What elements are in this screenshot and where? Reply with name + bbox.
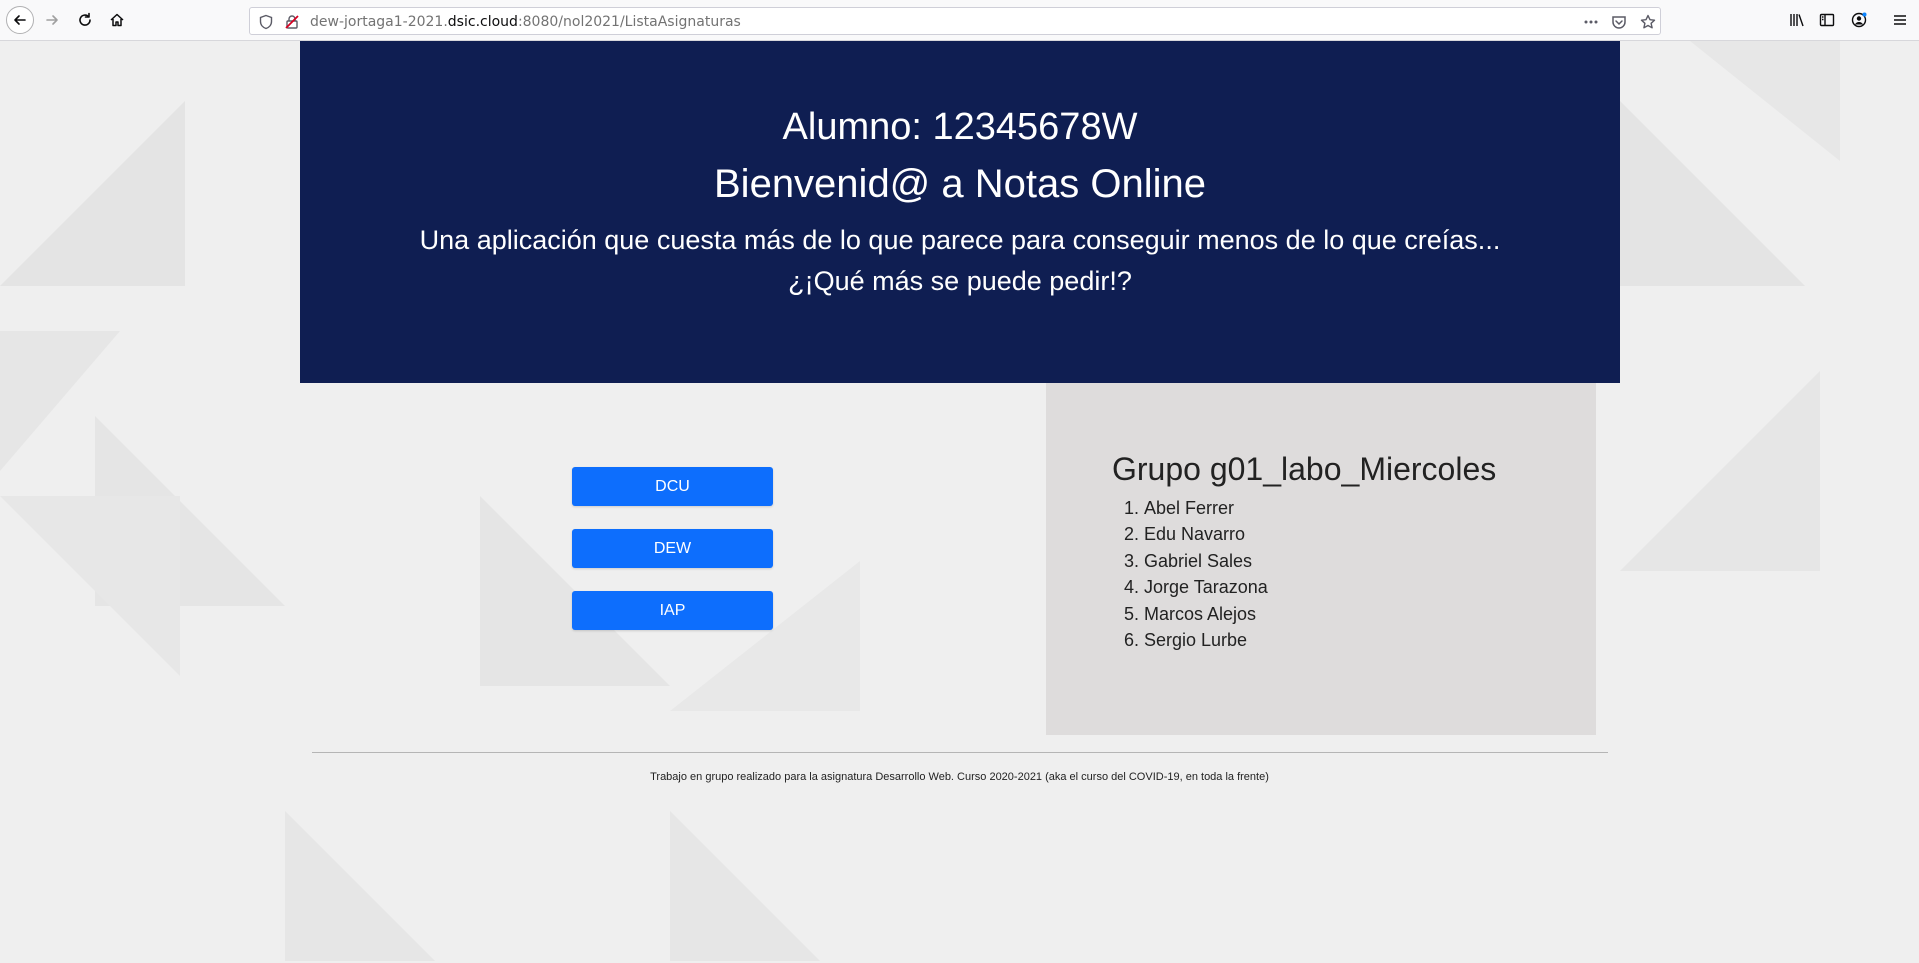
pocket-icon[interactable]: [1611, 14, 1627, 30]
arrow-right-icon: [46, 15, 58, 25]
group-member: Edu Navarro: [1144, 521, 1268, 547]
footer-divider: [312, 752, 1608, 753]
back-button[interactable]: [6, 6, 34, 34]
url-suffix: :8080/nol2021/ListaAsignaturas: [517, 14, 741, 30]
welcome-heading: Bienvenid@ a Notas Online: [714, 162, 1206, 206]
library-icon: [1790, 14, 1804, 27]
subject-button-dew[interactable]: DEW: [572, 529, 773, 568]
menu-button[interactable]: [1886, 6, 1914, 34]
tagline-line-2: ¿¡Qué más se puede pedir!?: [788, 266, 1132, 296]
home-icon: [110, 13, 124, 27]
sidebar-button[interactable]: [1813, 6, 1841, 34]
insecure-connection-icon[interactable]: [284, 14, 300, 30]
arrow-left-icon: [14, 15, 26, 25]
library-button[interactable]: [1783, 6, 1811, 34]
student-id-heading: Alumno: 12345678W: [782, 106, 1138, 148]
account-button[interactable]: [1845, 6, 1873, 34]
group-member: Jorge Tarazona: [1144, 574, 1268, 600]
tagline-line-1: Una aplicación que cuesta más de lo que …: [419, 225, 1501, 255]
subject-button-dcu[interactable]: DCU: [572, 467, 773, 506]
page-header: Alumno: 12345678W Bienvenid@ a Notas Onl…: [300, 41, 1620, 383]
tracking-shield-icon[interactable]: [258, 14, 274, 30]
group-member: Marcos Alejos: [1144, 601, 1268, 627]
url-domain: dsic.cloud: [447, 14, 518, 30]
url-text[interactable]: dew-jortaga1-2021.dsic.cloud:8080/nol202…: [310, 14, 741, 30]
page-actions-icon[interactable]: [1583, 14, 1599, 30]
footer-text: Trabajo en grupo realizado para la asign…: [650, 771, 1269, 783]
reload-icon: [79, 12, 91, 26]
group-panel: Grupo g01_labo_Miercoles Abel Ferrer Edu…: [1046, 383, 1596, 735]
url-prefix: dew-jortaga1-2021.: [310, 14, 448, 30]
home-button[interactable]: [103, 6, 131, 34]
reload-button[interactable]: [71, 6, 99, 34]
forward-button[interactable]: [38, 6, 66, 34]
group-member: Gabriel Sales: [1144, 548, 1268, 574]
subject-button-iap[interactable]: IAP: [572, 591, 773, 630]
group-member-list: Abel Ferrer Edu Navarro Gabriel Sales Jo…: [1112, 495, 1268, 653]
bookmark-star-icon[interactable]: [1640, 14, 1656, 30]
page-content: Alumno: 12345678W Bienvenid@ a Notas Onl…: [0, 41, 1919, 963]
group-member: Sergio Lurbe: [1144, 627, 1268, 653]
account-icon: [1851, 12, 1867, 28]
url-bar[interactable]: dew-jortaga1-2021.dsic.cloud:8080/nol202…: [249, 7, 1661, 35]
sidebar-icon: [1819, 13, 1835, 27]
hamburger-menu-icon: [1894, 15, 1906, 25]
browser-toolbar: dew-jortaga1-2021.dsic.cloud:8080/nol202…: [0, 0, 1919, 41]
group-member: Abel Ferrer: [1144, 495, 1268, 521]
group-title: Grupo g01_labo_Miercoles: [1112, 451, 1497, 487]
